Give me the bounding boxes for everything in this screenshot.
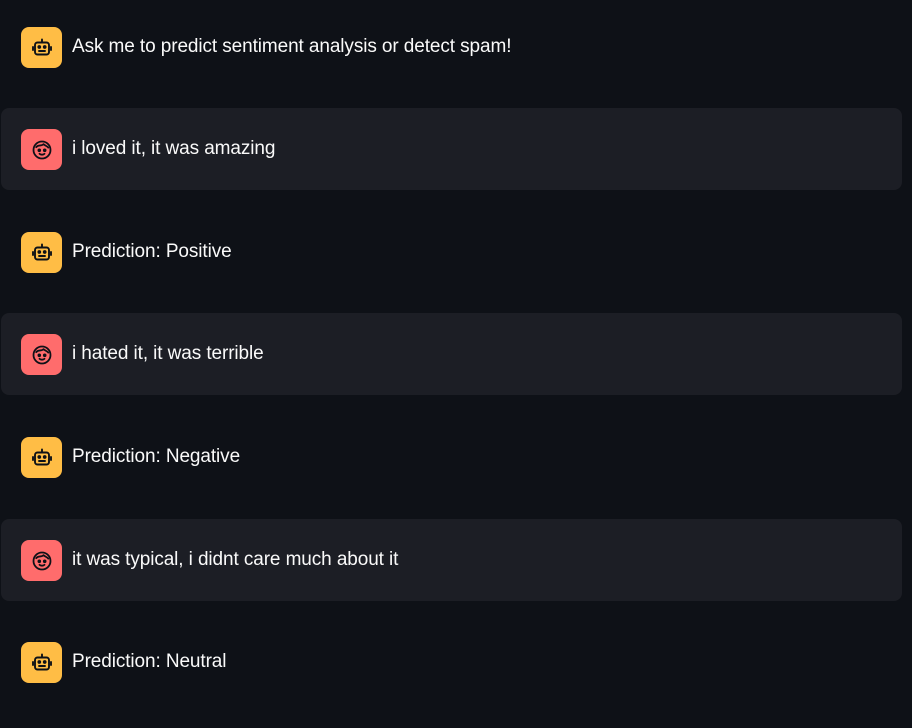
assistant-avatar (21, 27, 62, 68)
chat-history: Ask me to predict sentiment analysis or … (0, 0, 912, 728)
robot-icon (30, 651, 54, 675)
user-avatar (21, 334, 62, 375)
robot-icon (30, 36, 54, 60)
user-avatar (21, 129, 62, 170)
smiley-face-icon (30, 343, 54, 367)
message-text: i loved it, it was amazing (72, 138, 276, 159)
chat-message-assistant: Prediction: Positive (1, 211, 902, 293)
chat-message-user: i loved it, it was amazing (1, 108, 902, 190)
message-text: Prediction: Positive (72, 241, 232, 262)
user-avatar (21, 540, 62, 581)
robot-icon (30, 446, 54, 470)
assistant-avatar (21, 437, 62, 478)
robot-icon (30, 241, 54, 265)
chat-message-assistant: Ask me to predict sentiment analysis or … (1, 6, 902, 88)
message-text: Ask me to predict sentiment analysis or … (72, 36, 512, 57)
chat-message-user: it was typical, i didnt care much about … (1, 519, 902, 601)
chat-message-user: i hated it, it was terrible (1, 313, 902, 395)
assistant-avatar (21, 642, 62, 683)
message-text: Prediction: Neutral (72, 651, 227, 672)
chat-message-assistant: Prediction: Neutral (1, 621, 902, 703)
message-text: Prediction: Negative (72, 446, 241, 467)
smiley-face-icon (30, 138, 54, 162)
chat-message-assistant: Prediction: Negative (1, 416, 902, 498)
message-text: it was typical, i didnt care much about … (72, 549, 399, 570)
message-text: i hated it, it was terrible (72, 343, 264, 364)
smiley-face-icon (30, 549, 54, 573)
assistant-avatar (21, 232, 62, 273)
